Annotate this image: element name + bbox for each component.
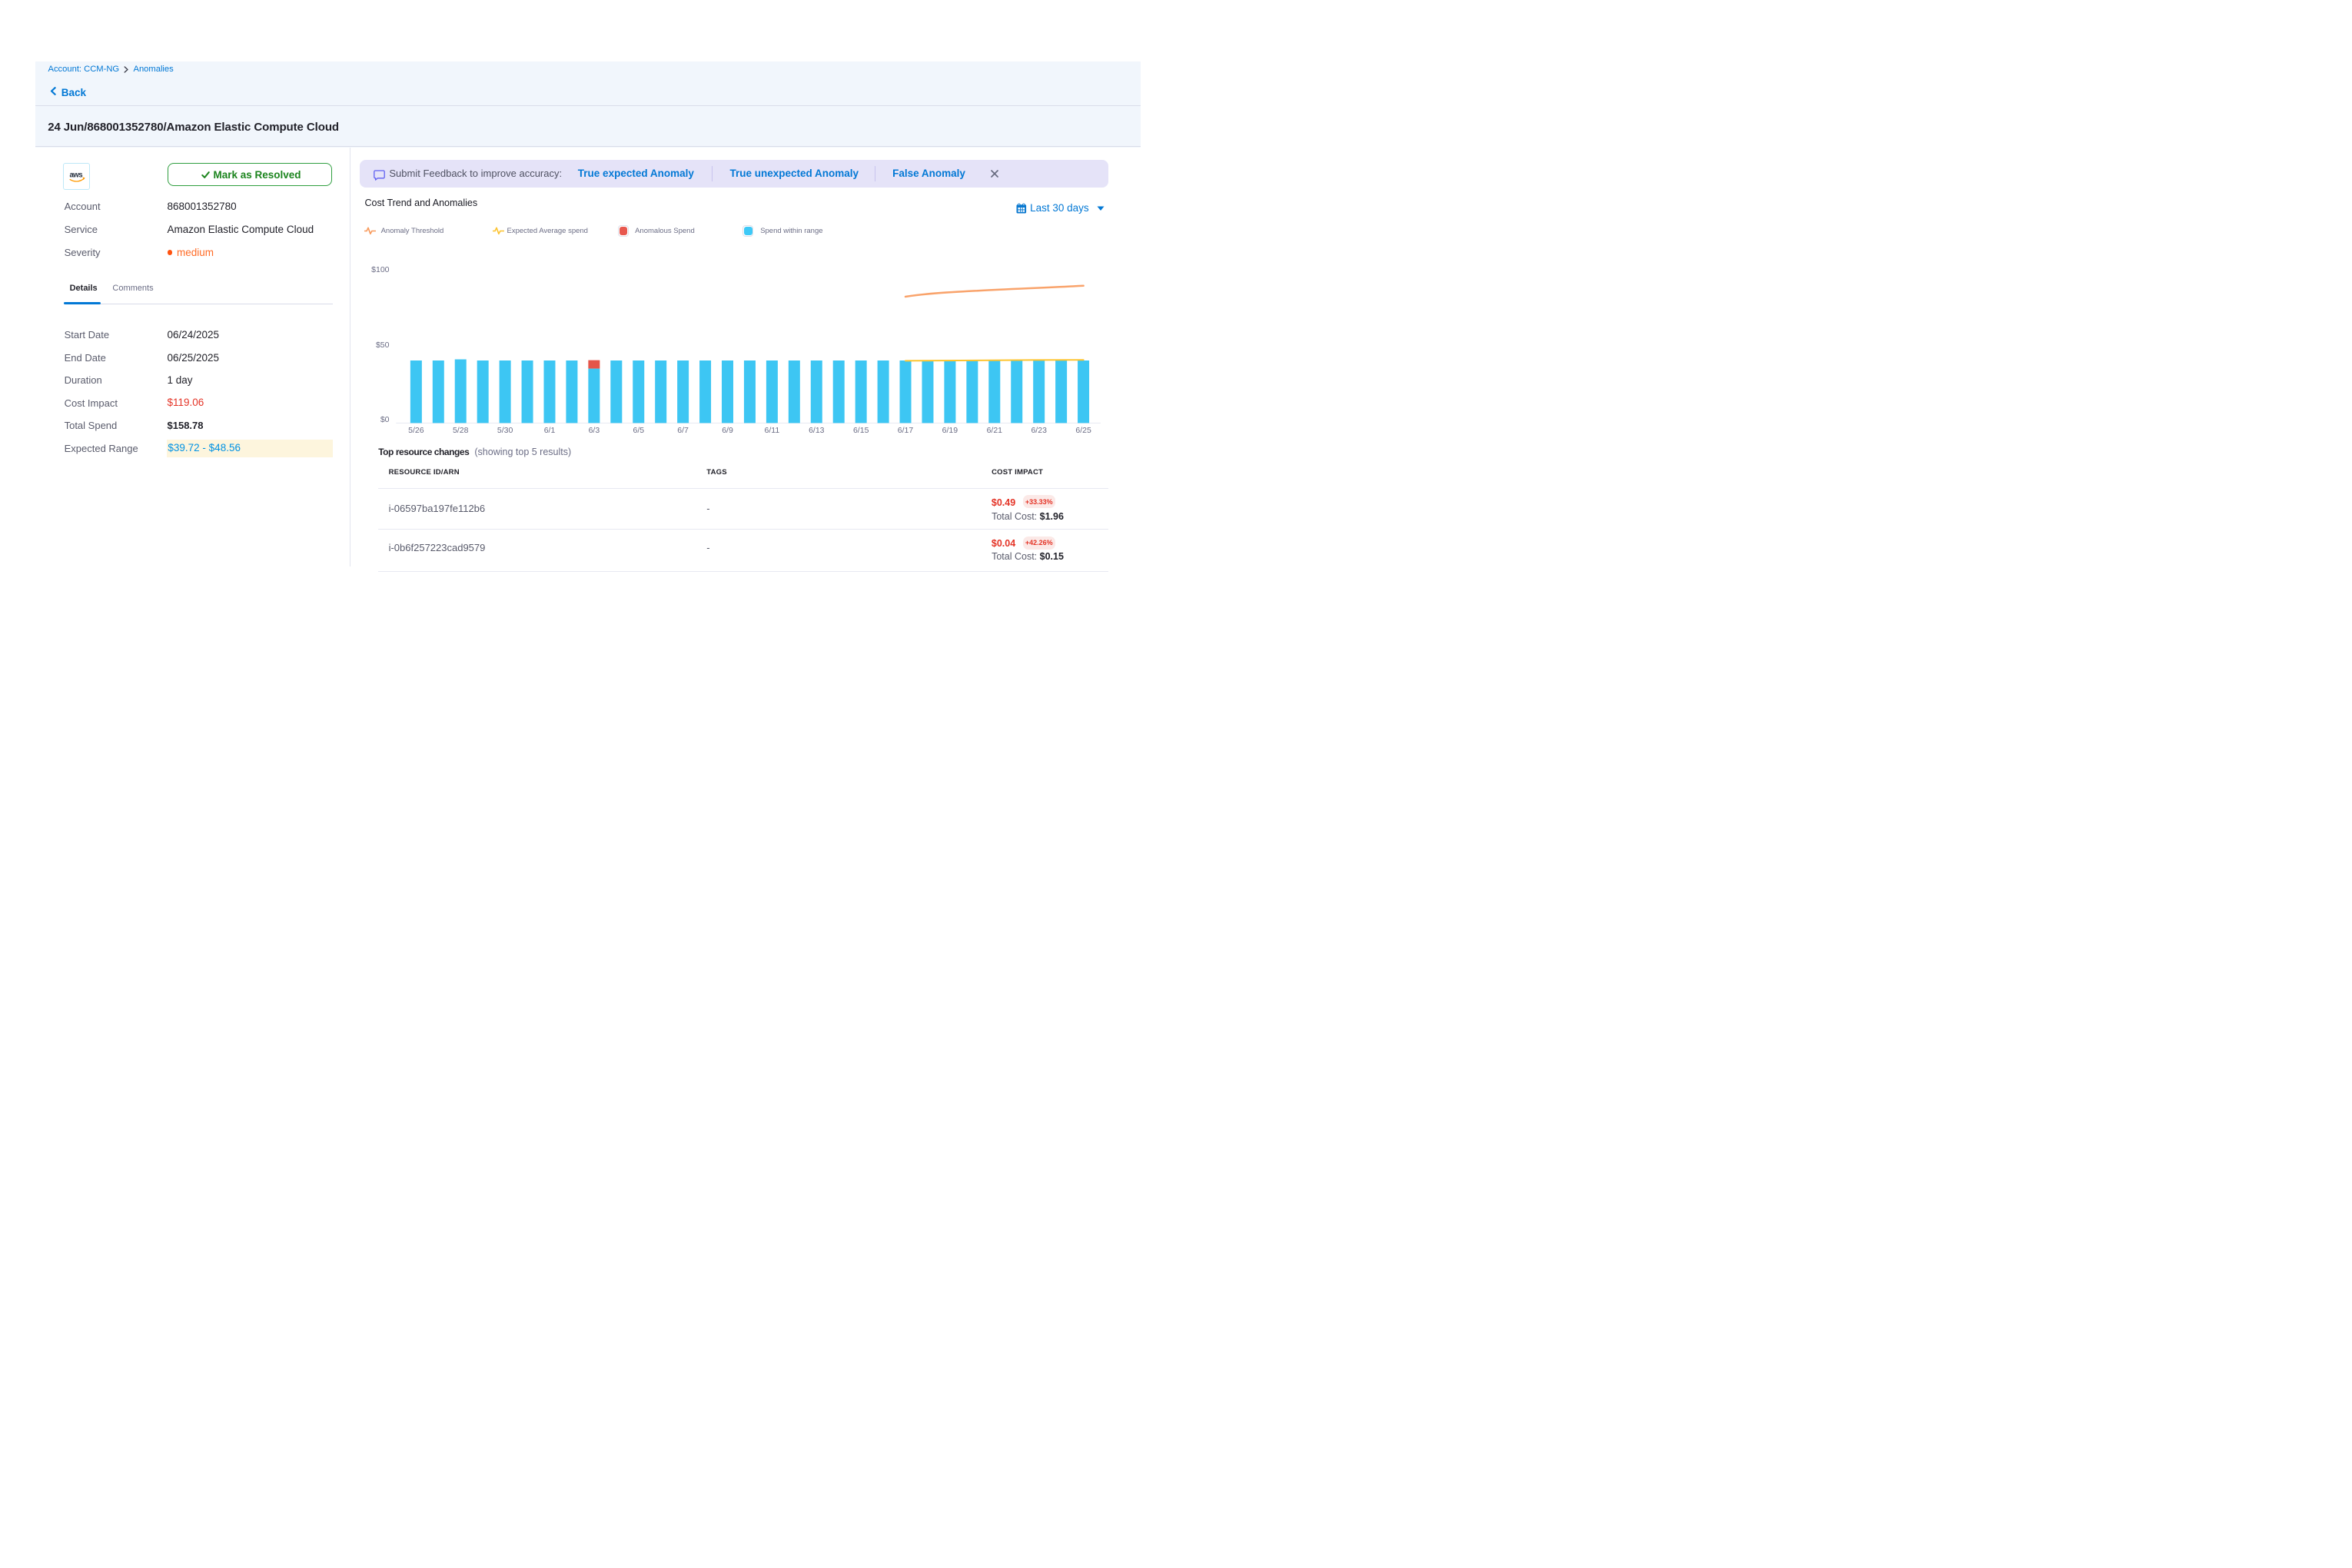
svg-text:aws: aws (69, 171, 82, 180)
